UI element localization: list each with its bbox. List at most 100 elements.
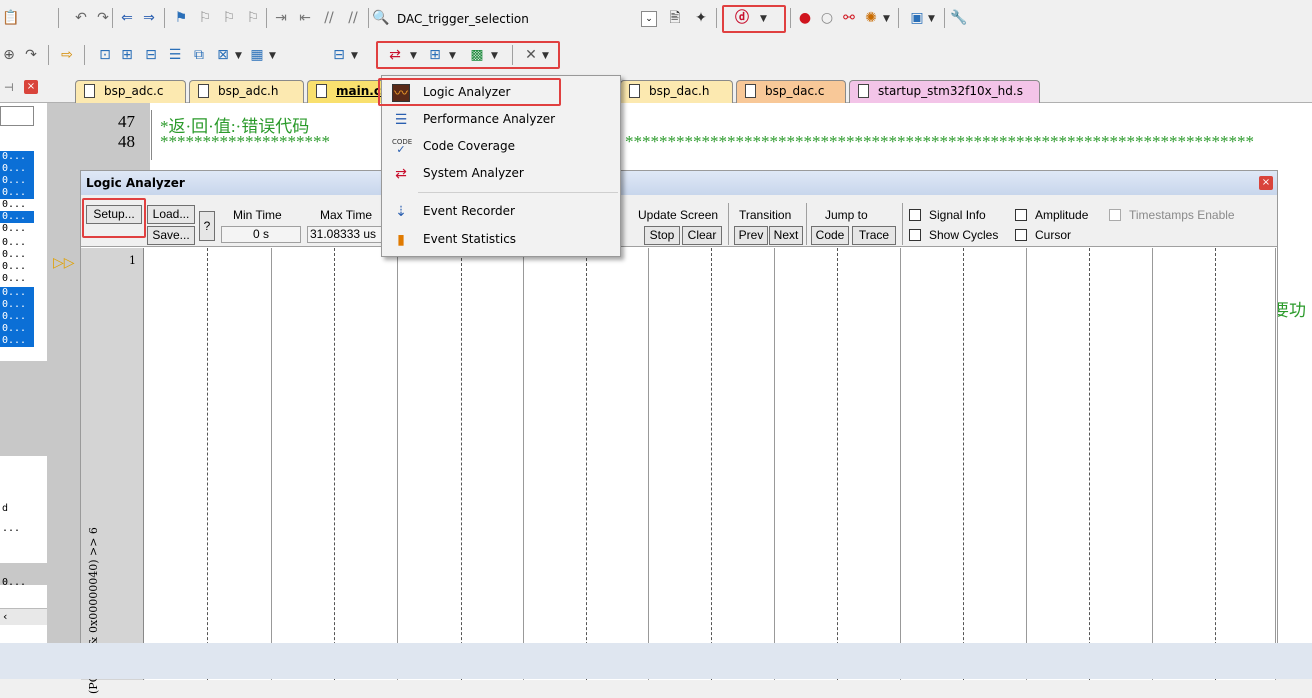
uncomment-icon[interactable]: //	[344, 10, 362, 26]
manage-project-items-icon[interactable]: ✦	[692, 10, 710, 26]
target-select[interactable]: DAC_trigger_selection	[397, 12, 529, 26]
chevron-down-icon[interactable]: ▼	[883, 14, 890, 24]
indent-icon[interactable]: ⇥	[272, 10, 290, 26]
pin-icon[interactable]: ⊣	[4, 81, 14, 94]
show-next-statement-icon[interactable]: ⇨	[58, 47, 76, 63]
list-item[interactable]: 0...	[0, 211, 34, 223]
command-window-icon[interactable]: ⊡	[96, 47, 114, 63]
clear-button[interactable]: Clear	[682, 226, 722, 245]
analysis-windows-icon[interactable]: ⇄	[386, 47, 404, 63]
prev-bookmark-icon[interactable]: ⚐	[196, 10, 214, 26]
menu-item-performance-analyzer[interactable]: ☰ Performance Analyzer	[383, 106, 619, 133]
tab-bsp-dac-c[interactable]: bsp_dac.c	[736, 80, 846, 103]
cursor-checkbox[interactable]	[1015, 229, 1027, 241]
save-button[interactable]: Save...	[147, 226, 195, 245]
help-button[interactable]: ?	[199, 211, 215, 241]
chevron-down-icon[interactable]: ▼	[410, 51, 417, 61]
tab-bsp-adc-c[interactable]: bsp_adc.c	[75, 80, 186, 103]
amplitude-checkbox[interactable]	[1015, 209, 1027, 221]
bookmark-icon[interactable]: ⚑	[172, 10, 190, 26]
options-for-target-icon[interactable]: 🖹	[666, 10, 684, 26]
undo-icon[interactable]: ↶	[72, 10, 90, 26]
window-layout-icon[interactable]: ▣	[908, 10, 926, 26]
chevron-down-icon[interactable]: ▼	[449, 51, 456, 61]
scroll-left-icon[interactable]: ‹	[3, 610, 7, 623]
menu-item-code-coverage[interactable]: CODE ✓ Code Coverage	[383, 133, 619, 160]
list-item[interactable]: 0...	[0, 187, 34, 199]
menu-item-event-statistics[interactable]: ▮ Event Statistics	[383, 226, 619, 253]
list-item[interactable]: 0...	[0, 299, 34, 311]
list-item[interactable]: 0...	[0, 323, 34, 335]
list-item[interactable]: 0...	[0, 261, 34, 273]
list-item[interactable]: 0...	[0, 249, 34, 261]
navigate-forward-icon[interactable]: ⇒	[140, 10, 158, 26]
stop-button[interactable]: Stop	[644, 226, 680, 245]
chevron-down-icon[interactable]: ▼	[351, 51, 358, 61]
list-item[interactable]: 0...	[0, 577, 34, 589]
waveform-grid[interactable]	[145, 248, 1276, 680]
registers-window-icon[interactable]: ☰	[166, 47, 184, 63]
chevron-down-icon[interactable]: ▼	[269, 51, 276, 61]
logic-analyzer-titlebar[interactable]: Logic Analyzer	[81, 171, 1277, 195]
redo-icon[interactable]: ↷	[94, 10, 112, 26]
menu-item-system-analyzer[interactable]: ⇄ System Analyzer	[383, 160, 619, 187]
chevron-down-icon[interactable]: ▼	[491, 51, 498, 61]
unindent-icon[interactable]: ⇤	[296, 10, 314, 26]
find-in-files-icon[interactable]: 🔍	[372, 10, 390, 26]
step-over-icon[interactable]: ↷	[22, 47, 40, 63]
symbols-window-icon[interactable]: ⊟	[142, 47, 160, 63]
list-item[interactable]: 0...	[0, 151, 34, 163]
list-item[interactable]: 0...	[0, 273, 34, 285]
insert-breakpoint-icon[interactable]: ●	[796, 10, 814, 26]
enable-breakpoint-icon[interactable]: ○	[818, 10, 836, 26]
trace-window-icon[interactable]: ⊞	[426, 47, 444, 63]
jump-code-button[interactable]: Code	[811, 226, 849, 245]
menu-item-event-recorder[interactable]: ⇣ Event Recorder	[383, 198, 619, 225]
tab-bsp-dac-h[interactable]: bsp_dac.h	[620, 80, 733, 103]
system-viewer-icon[interactable]: ▩	[468, 47, 486, 63]
close-pane-icon[interactable]: ×	[24, 80, 38, 94]
memory-window-icon[interactable]: ▦	[248, 47, 266, 63]
list-item[interactable]: d	[0, 503, 34, 515]
menu-item-logic-analyzer[interactable]: 〰 Logic Analyzer	[383, 79, 619, 106]
code-line-continuation[interactable]: ****************************************…	[625, 132, 1254, 152]
kill-all-breakpoints-icon[interactable]: ✺	[862, 10, 880, 26]
toolbox-icon[interactable]: ✕	[522, 47, 540, 63]
clear-bookmarks-icon[interactable]: ⚐	[244, 10, 262, 26]
show-cycles-checkbox[interactable]	[909, 229, 921, 241]
chevron-down-icon[interactable]: ▼	[542, 51, 549, 61]
tab-startup-file[interactable]: startup_stm32f10x_hd.s	[849, 80, 1040, 103]
prev-button[interactable]: Prev	[734, 226, 768, 245]
close-icon[interactable]: ×	[1259, 176, 1273, 190]
list-item[interactable]: 0...	[0, 163, 34, 175]
configure-icon[interactable]: 🔧	[950, 10, 968, 26]
load-button[interactable]: Load...	[147, 205, 195, 224]
start-stop-debug-icon[interactable]: ⓓ	[733, 10, 751, 26]
next-button[interactable]: Next	[769, 226, 803, 245]
code-line[interactable]: ********************	[160, 132, 330, 152]
target-dropdown-button[interactable]: ⌄	[641, 11, 657, 27]
next-bookmark-icon[interactable]: ⚐	[220, 10, 238, 26]
call-stack-window-icon[interactable]: ⧉	[190, 47, 208, 63]
signal-name-column[interactable]: 1 (PORTB & 0x00000040) >> 6	[81, 248, 144, 694]
list-item[interactable]: ...	[0, 523, 34, 535]
jump-trace-button[interactable]: Trace	[852, 226, 896, 245]
list-item[interactable]: 0...	[0, 175, 34, 187]
horizontal-scrollbar[interactable]: ‹	[0, 608, 47, 625]
list-item[interactable]: 0...	[0, 199, 34, 211]
paste-icon[interactable]: 📋	[2, 10, 20, 26]
tab-bsp-adc-h[interactable]: bsp_adc.h	[189, 80, 304, 103]
serial-window-icon[interactable]: ⊟	[330, 47, 348, 63]
chevron-down-icon[interactable]: ▼	[235, 51, 242, 61]
navigate-back-icon[interactable]: ⇐	[118, 10, 136, 26]
disassembly-window-icon[interactable]: ⊞	[118, 47, 136, 63]
chevron-down-icon[interactable]: ▼	[928, 14, 935, 24]
disable-all-breakpoints-icon[interactable]: ⚯	[840, 10, 858, 26]
list-item[interactable]: 0...	[0, 287, 34, 299]
signal-info-checkbox[interactable]	[909, 209, 921, 221]
list-item[interactable]: 0...	[0, 311, 34, 323]
list-item[interactable]: 0...	[0, 223, 34, 235]
list-item[interactable]: 0...	[0, 335, 34, 347]
watch-window-icon[interactable]: ⊠	[214, 47, 232, 63]
comment-icon[interactable]: //	[320, 10, 338, 26]
